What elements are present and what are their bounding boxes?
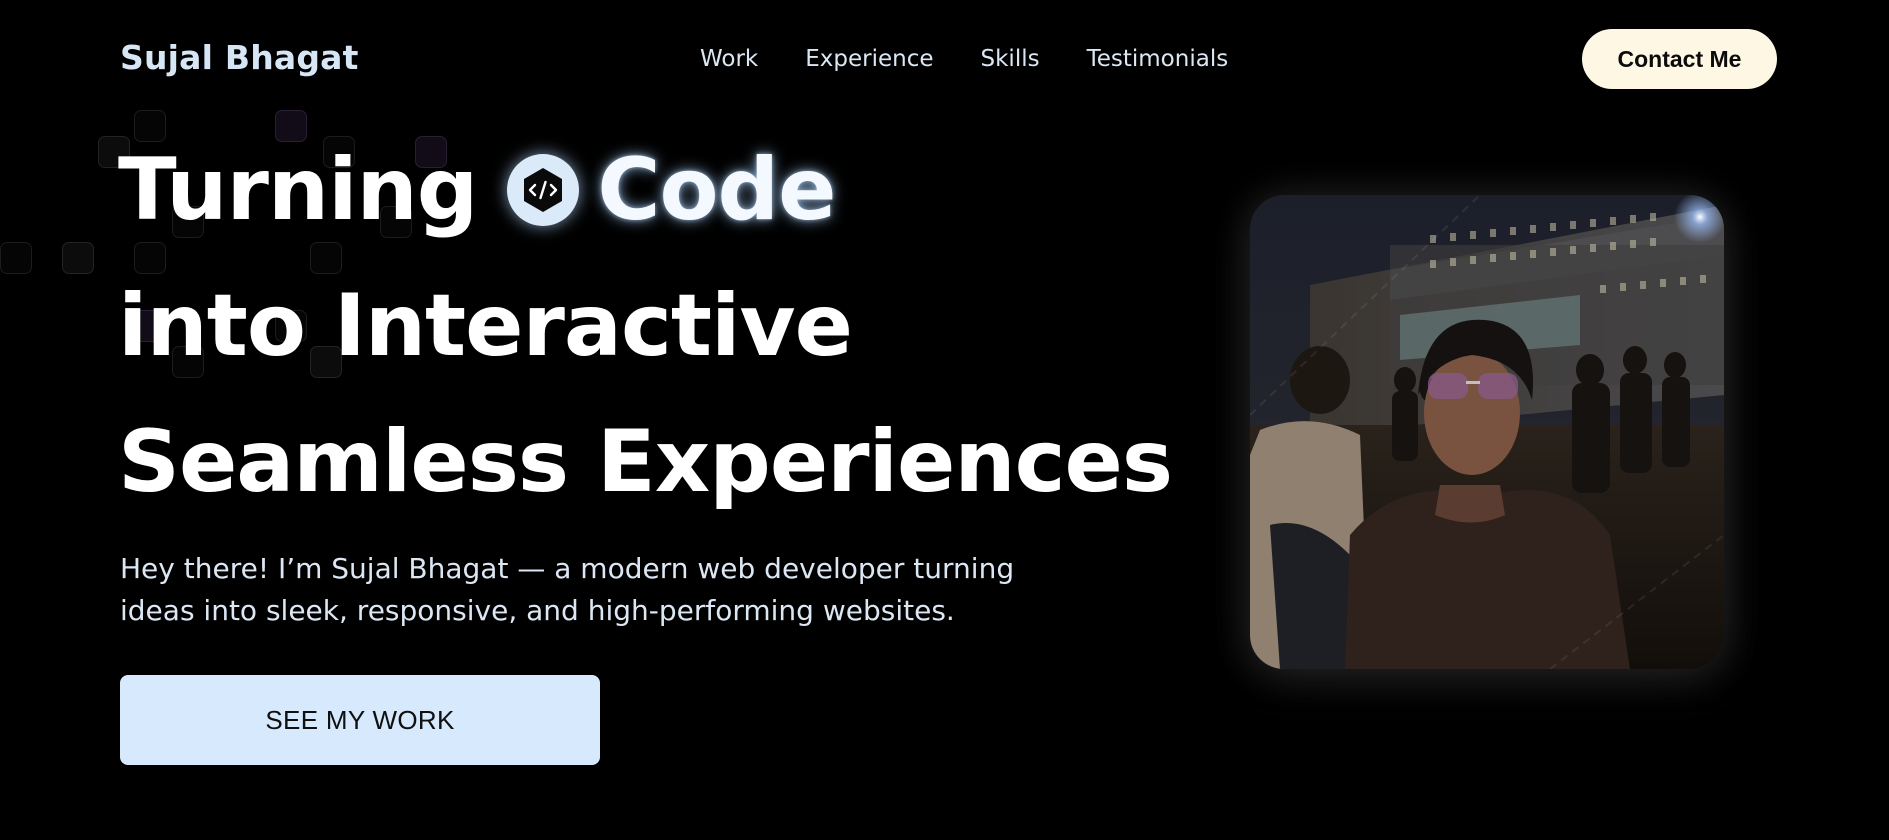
headline-word-code: Code bbox=[597, 140, 836, 240]
headline-line-3: Seamless Experiences bbox=[118, 412, 1173, 512]
top-navbar: Sujal Bhagat Work Experience Skills Test… bbox=[0, 0, 1889, 120]
headline-line-2: into Interactive bbox=[118, 276, 853, 376]
profile-photo bbox=[1250, 195, 1724, 669]
code-brackets-icon bbox=[507, 154, 580, 226]
nav-link-experience[interactable]: Experience bbox=[805, 46, 933, 72]
hero-intro-text: Hey there! I’m Sujal Bhagat — a modern w… bbox=[120, 552, 1015, 627]
profile-photo-illustration bbox=[1250, 195, 1724, 669]
contact-me-button[interactable]: Contact Me bbox=[1582, 29, 1777, 89]
nav-link-work[interactable]: Work bbox=[700, 46, 758, 72]
brand-logo-text[interactable]: Sujal Bhagat bbox=[120, 38, 359, 77]
nav-links: Work Experience Skills Testimonials bbox=[700, 46, 1228, 72]
headline-word-turning: Turning bbox=[118, 140, 478, 240]
headline-line-1: Turning Code bbox=[118, 122, 1172, 258]
nav-link-testimonials[interactable]: Testimonials bbox=[1087, 46, 1229, 72]
see-my-work-button[interactable]: SEE MY WORK bbox=[120, 675, 600, 765]
hero-headline: Turning Code into Interactive Seamless E… bbox=[118, 122, 1173, 530]
nav-link-skills[interactable]: Skills bbox=[981, 46, 1040, 72]
